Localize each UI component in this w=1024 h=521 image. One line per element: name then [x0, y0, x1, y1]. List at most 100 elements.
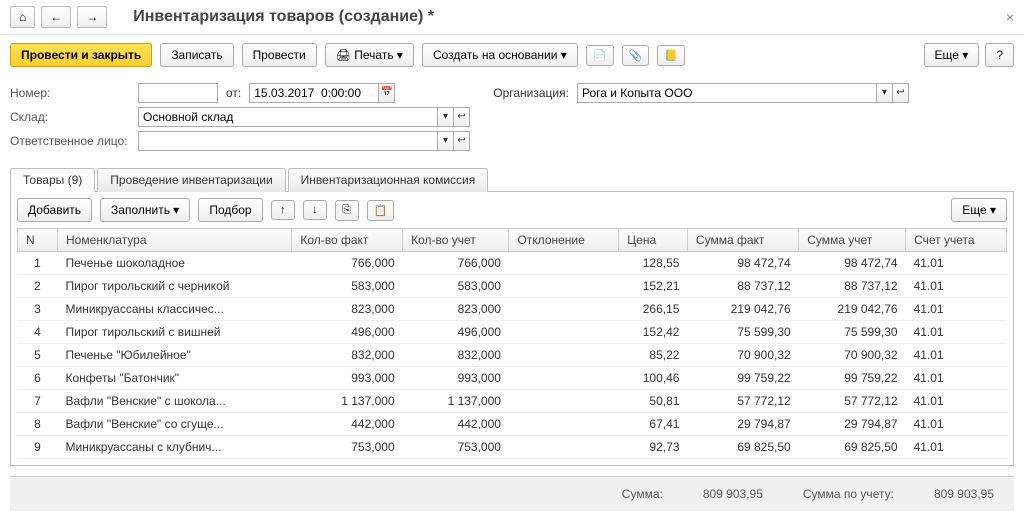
cell-n: 6: [18, 367, 58, 390]
home-button[interactable]: ⌂: [10, 6, 35, 28]
cell-account: 41.01: [906, 413, 1007, 436]
th-qty-fact[interactable]: Кол-во факт: [292, 229, 403, 252]
cell-name: Пирог тирольский с вишней: [58, 321, 292, 344]
close-icon[interactable]: ×: [1006, 9, 1014, 25]
cell-account: 41.01: [906, 390, 1007, 413]
forward-button[interactable]: →: [77, 6, 107, 28]
fill-button[interactable]: Заполнить ▾: [100, 198, 190, 222]
cell-n: 5: [18, 344, 58, 367]
cell-dev: [509, 252, 619, 275]
pick-button[interactable]: Подбор: [198, 198, 262, 222]
warehouse-label: Склад:: [10, 110, 130, 124]
cell-dev: [509, 436, 619, 459]
cell-sum-fact: 99 759,22: [687, 367, 798, 390]
table-row[interactable]: 1Печенье шоколадное766,000766,000128,559…: [18, 252, 1007, 275]
chevron-down-icon[interactable]: ▾: [438, 131, 454, 151]
back-button[interactable]: ←: [41, 6, 71, 28]
responsible-input[interactable]: [138, 131, 438, 151]
chevron-down-icon[interactable]: ▾: [438, 107, 454, 127]
paste-icon[interactable]: 📋: [367, 200, 395, 221]
notes-icon[interactable]: 📒: [657, 45, 685, 66]
cell-sum-acc: 99 759,22: [799, 367, 906, 390]
sum-value: 809 903,95: [703, 487, 763, 501]
cell-n: 7: [18, 390, 58, 413]
table-row[interactable]: 9Миникруассаны с клубнич...753,000753,00…: [18, 436, 1007, 459]
cell-n: 3: [18, 298, 58, 321]
cell-price: 67,41: [619, 413, 688, 436]
cell-qty-acc: 583,000: [403, 275, 509, 298]
cell-name: Пирог тирольский с черникой: [58, 275, 292, 298]
th-price[interactable]: Цена: [619, 229, 688, 252]
responsible-label: Ответственное лицо:: [10, 134, 130, 148]
cell-name: Печенье "Юбилейное": [58, 344, 292, 367]
table-row[interactable]: 8Вафли "Венские" со сгуще...442,000442,0…: [18, 413, 1007, 436]
tab-goods[interactable]: Товары (9): [10, 168, 95, 192]
cell-name: Вафли "Венские" со сгуще...: [58, 413, 292, 436]
number-input[interactable]: [138, 83, 218, 103]
cell-name: Вафли "Венские" с шокола...: [58, 390, 292, 413]
cell-qty-acc: 442,000: [403, 413, 509, 436]
th-qty-acc[interactable]: Кол-во учет: [403, 229, 509, 252]
cell-qty-acc: 832,000: [403, 344, 509, 367]
cell-sum-fact: 219 042,76: [687, 298, 798, 321]
cell-dev: [509, 321, 619, 344]
cell-dev: [509, 344, 619, 367]
move-up-icon[interactable]: ↑: [271, 200, 295, 220]
table-row[interactable]: 5Печенье "Юбилейное"832,000832,00085,227…: [18, 344, 1007, 367]
print-button[interactable]: 🖨 Печать ▾: [325, 43, 414, 67]
org-input[interactable]: [577, 83, 877, 103]
sum-label: Сумма:: [622, 487, 663, 501]
chevron-down-icon[interactable]: ▾: [877, 83, 893, 103]
cell-qty-acc: 753,000: [403, 436, 509, 459]
help-button[interactable]: ?: [985, 43, 1014, 67]
cell-name: Конфеты "Батончик": [58, 367, 292, 390]
cell-sum-acc: 219 042,76: [799, 298, 906, 321]
attach-icon[interactable]: 📎: [622, 45, 650, 66]
post-button[interactable]: Провести: [242, 43, 317, 67]
warehouse-input[interactable]: [138, 107, 438, 127]
cell-name: Печенье шоколадное: [58, 252, 292, 275]
write-button[interactable]: Записать: [160, 43, 233, 67]
cell-qty-fact: 496,000: [292, 321, 403, 344]
table-row[interactable]: 6Конфеты "Батончик"993,000993,000100,469…: [18, 367, 1007, 390]
copy-icon[interactable]: ⎘: [335, 200, 359, 221]
table-more-button[interactable]: Еще ▾: [951, 198, 1007, 222]
cell-price: 85,22: [619, 344, 688, 367]
document-icon[interactable]: 📄: [586, 45, 614, 66]
more-button[interactable]: Еще ▾: [924, 43, 980, 67]
th-dev[interactable]: Отклонение: [509, 229, 619, 252]
table-row[interactable]: 7Вафли "Венские" с шокола...1 137,0001 1…: [18, 390, 1007, 413]
th-sum-acc[interactable]: Сумма учет: [799, 229, 906, 252]
open-ref-icon[interactable]: ↩: [454, 131, 470, 151]
date-input[interactable]: [249, 83, 379, 103]
cell-qty-fact: 442,000: [292, 413, 403, 436]
cell-sum-fact: 70 900,32: [687, 344, 798, 367]
cell-n: 9: [18, 436, 58, 459]
create-on-basis-button[interactable]: Создать на основании ▾: [422, 43, 578, 67]
th-n[interactable]: N: [18, 229, 58, 252]
th-account[interactable]: Счет учета: [906, 229, 1007, 252]
printer-icon: 🖨: [336, 48, 351, 62]
cell-qty-acc: 993,000: [403, 367, 509, 390]
table-row[interactable]: 3Миникруассаны классичес...823,000823,00…: [18, 298, 1007, 321]
th-name[interactable]: Номенклатура: [58, 229, 292, 252]
table-row[interactable]: 2Пирог тирольский с черникой583,000583,0…: [18, 275, 1007, 298]
sum-acc-value: 809 903,95: [934, 487, 994, 501]
open-ref-icon[interactable]: ↩: [893, 83, 909, 103]
cell-qty-acc: 1 137,000: [403, 390, 509, 413]
cell-qty-acc: 823,000: [403, 298, 509, 321]
table-row[interactable]: 4Пирог тирольский с вишней496,000496,000…: [18, 321, 1007, 344]
tab-inventory-process[interactable]: Проведение инвентаризации: [97, 168, 285, 192]
page-title: Инвентаризация товаров (создание) *: [133, 8, 434, 26]
cell-account: 41.01: [906, 252, 1007, 275]
move-down-icon[interactable]: ↓: [303, 200, 327, 220]
goods-table: N Номенклатура Кол-во факт Кол-во учет О…: [17, 228, 1007, 459]
th-sum-fact[interactable]: Сумма факт: [687, 229, 798, 252]
add-row-button[interactable]: Добавить: [17, 198, 92, 222]
cell-dev: [509, 367, 619, 390]
open-ref-icon[interactable]: ↩: [454, 107, 470, 127]
cell-sum-fact: 88 737,12: [687, 275, 798, 298]
tab-commission[interactable]: Инвентаризационная комиссия: [288, 168, 489, 192]
calendar-icon[interactable]: 📅: [379, 83, 395, 103]
post-and-close-button[interactable]: Провести и закрыть: [10, 43, 152, 67]
